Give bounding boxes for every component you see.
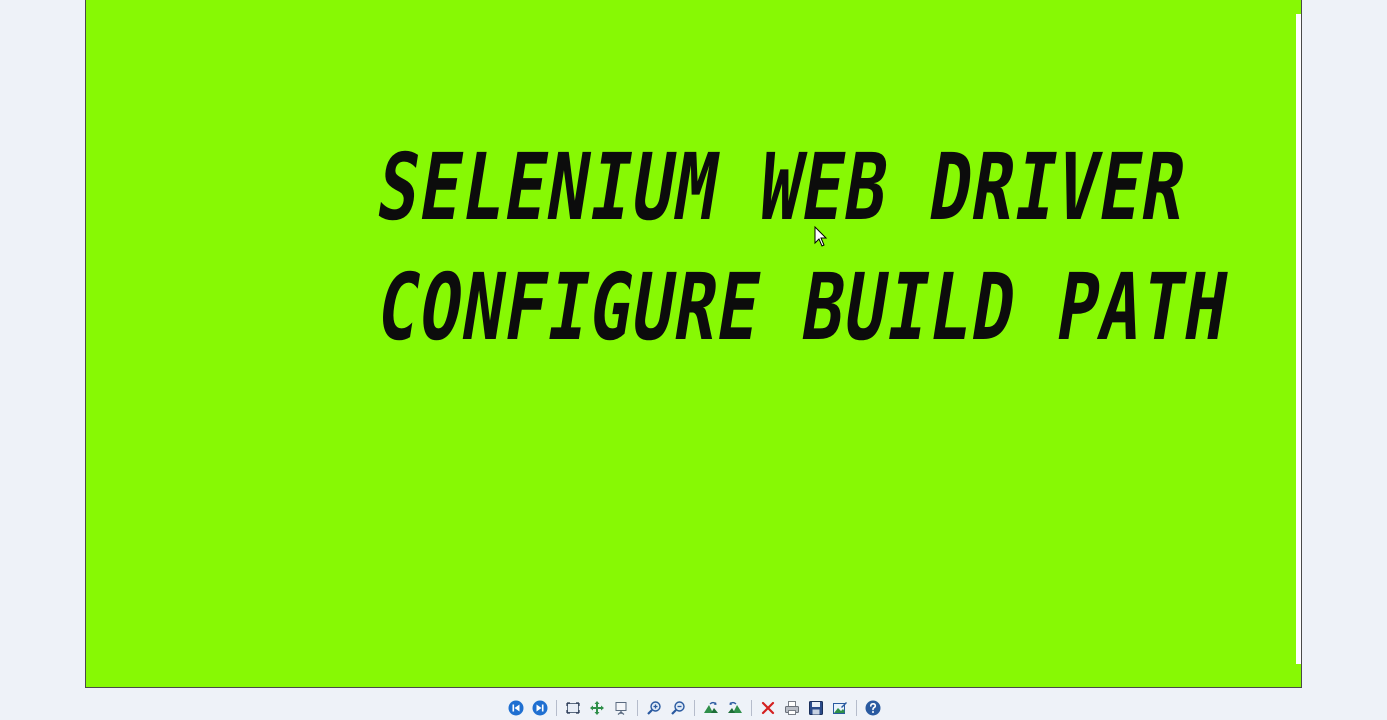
next-button[interactable] [528,697,552,719]
previous-button[interactable] [504,697,528,719]
zoom-out-icon [671,701,685,715]
best-fit-button[interactable] [585,697,609,719]
toolbar-separator [637,700,638,716]
open-with-button[interactable] [828,697,852,719]
zoom-in-button[interactable] [642,697,666,719]
actual-size-icon [566,702,580,714]
previous-icon [508,700,524,716]
open-with-icon [833,702,847,714]
slideshow-button[interactable] [609,697,633,719]
delete-button[interactable] [756,697,780,719]
toolbar-separator [751,700,752,716]
toolbar-separator [556,700,557,716]
mouse-pointer-icon [814,226,828,247]
rotate-clockwise-icon [704,701,718,713]
help-button[interactable] [861,697,885,719]
viewer-toolbar [504,697,885,719]
save-button[interactable] [804,697,828,719]
rotate-counterclockwise-button[interactable] [723,697,747,719]
image-display-area: SELENIUM WEB DRIVER CONFIGURE BUILD PATH [85,0,1302,688]
rotate-clockwise-button[interactable] [699,697,723,719]
delete-icon [761,701,775,715]
rotate-counterclockwise-icon [728,701,742,713]
zoom-out-button[interactable] [666,697,690,719]
slide-title-line-1: SELENIUM WEB DRIVER [370,134,1195,241]
toolbar-separator [694,700,695,716]
slide-title-line-2: CONFIGURE BUILD PATH [370,254,1237,361]
zoom-in-icon [647,701,661,715]
slideshow-icon [615,702,627,715]
save-icon [809,701,823,715]
next-icon [532,700,548,716]
help-icon [865,700,881,716]
toolbar-separator [856,700,857,716]
best-fit-icon [590,701,604,715]
print-icon [785,701,799,715]
photo-viewer-window: SELENIUM WEB DRIVER CONFIGURE BUILD PATH [0,0,1387,720]
image-right-edge [1296,14,1301,664]
actual-size-button[interactable] [561,697,585,719]
print-button[interactable] [780,697,804,719]
